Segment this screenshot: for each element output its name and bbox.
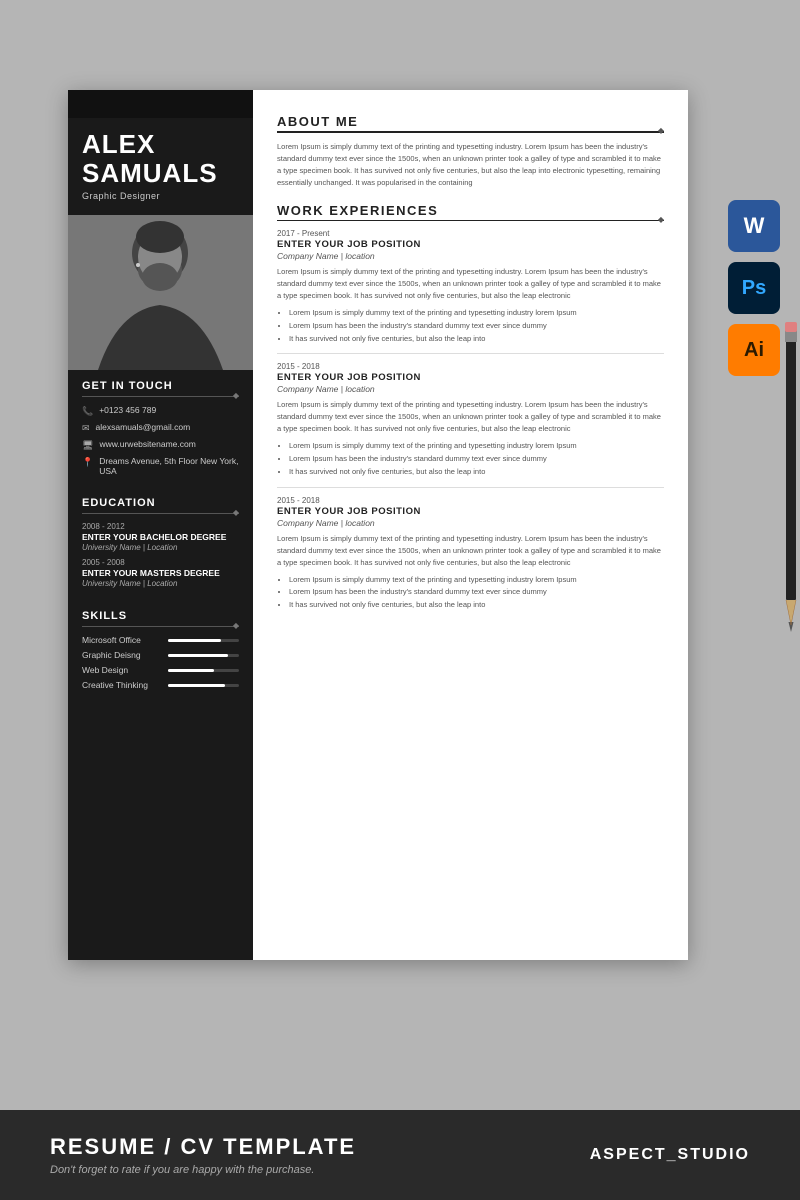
job-bullet: Lorem Ipsum has been the industry's stan… bbox=[289, 586, 664, 599]
education-title: EDUCATION bbox=[82, 497, 239, 509]
job-year: 2017 - Present bbox=[277, 229, 664, 238]
skill-bar-bg bbox=[168, 654, 239, 657]
footer-title: RESUME / CV TEMPLATE bbox=[50, 1134, 356, 1160]
job-desc: Lorem Ipsum is simply dummy text of the … bbox=[277, 399, 664, 435]
job-year: 2015 - 2018 bbox=[277, 496, 664, 505]
job-title-text: ENTER YOUR JOB POSITION bbox=[277, 506, 664, 517]
job-company: Company Name | location bbox=[277, 518, 664, 528]
skills-divider bbox=[82, 626, 239, 627]
job-title-text: ENTER YOUR JOB POSITION bbox=[277, 239, 664, 250]
contact-website: 🖥 www.urwebsitename.com bbox=[82, 439, 239, 451]
education-divider bbox=[82, 513, 239, 514]
job-bullets-list: Lorem Ipsum is simply dummy text of the … bbox=[277, 574, 664, 612]
software-icons: W Ps Ai bbox=[728, 200, 780, 376]
work-divider bbox=[277, 220, 664, 222]
job-item: 2017 - Present ENTER YOUR JOB POSITION C… bbox=[277, 229, 664, 354]
skill-bar-fill bbox=[168, 639, 221, 642]
work-item-divider bbox=[277, 353, 664, 354]
job-desc: Lorem Ipsum is simply dummy text of the … bbox=[277, 533, 664, 569]
phone-icon: 📞 bbox=[82, 406, 93, 417]
skill-bar-fill bbox=[168, 669, 214, 672]
email-icon: ✉ bbox=[82, 423, 90, 434]
skill-bar-bg bbox=[168, 639, 239, 642]
job-bullet: Lorem Ipsum has been the industry's stan… bbox=[289, 453, 664, 466]
skills-title: SKILLS bbox=[82, 610, 239, 622]
education-section: EDUCATION 2008 - 2012 ENTER YOUR BACHELO… bbox=[68, 487, 253, 600]
skill-label: Creative Thinking bbox=[82, 680, 162, 690]
job-desc: Lorem Ipsum is simply dummy text of the … bbox=[277, 266, 664, 302]
location-icon: 📍 bbox=[82, 457, 93, 468]
pencil-decoration bbox=[782, 320, 800, 640]
contact-phone: 📞 +0123 456 789 bbox=[82, 405, 239, 417]
edu-item-1: 2008 - 2012 ENTER YOUR BACHELOR DEGREE U… bbox=[82, 522, 239, 552]
job-item: 2015 - 2018 ENTER YOUR JOB POSITION Comp… bbox=[277, 362, 664, 487]
job-title: Graphic Designer bbox=[82, 191, 239, 201]
job-company: Company Name | location bbox=[277, 251, 664, 261]
skill-row: Microsoft Office bbox=[82, 635, 239, 645]
job-bullet: It has survived not only five centuries,… bbox=[289, 599, 664, 612]
skill-row: Graphic Deisng bbox=[82, 650, 239, 660]
skill-label: Microsoft Office bbox=[82, 635, 162, 645]
footer-left: RESUME / CV TEMPLATE Don't forget to rat… bbox=[50, 1134, 356, 1176]
word-icon: W bbox=[728, 200, 780, 252]
job-bullet: Lorem Ipsum is simply dummy text of the … bbox=[289, 440, 664, 453]
job-bullet: Lorem Ipsum is simply dummy text of the … bbox=[289, 307, 664, 320]
sidebar-name-area: ALEX SAMUALS Graphic Designer bbox=[68, 118, 253, 209]
contact-divider bbox=[82, 396, 239, 397]
job-bullet: Lorem Ipsum is simply dummy text of the … bbox=[289, 574, 664, 587]
about-divider bbox=[277, 131, 664, 133]
footer-subtitle: Don't forget to rate if you are happy wi… bbox=[50, 1164, 356, 1176]
skill-bar-fill bbox=[168, 684, 225, 687]
about-section: ABOUT ME Lorem Ipsum is simply dummy tex… bbox=[277, 114, 664, 189]
sidebar: ALEX SAMUALS Graphic Designer bbox=[68, 90, 253, 960]
illustrator-icon: Ai bbox=[728, 324, 780, 376]
about-title: ABOUT ME bbox=[277, 114, 664, 129]
skill-bar-bg bbox=[168, 684, 239, 687]
skill-label: Graphic Deisng bbox=[82, 650, 162, 660]
main-content: ABOUT ME Lorem Ipsum is simply dummy tex… bbox=[253, 90, 688, 960]
first-name: ALEX bbox=[82, 130, 239, 159]
skills-section: SKILLS Microsoft Office Graphic Deisng W… bbox=[68, 600, 253, 701]
job-bullets-list: Lorem Ipsum is simply dummy text of the … bbox=[277, 307, 664, 345]
about-text: Lorem Ipsum is simply dummy text of the … bbox=[277, 141, 664, 189]
contact-email: ✉ alexsamuals@gmail.com bbox=[82, 422, 239, 434]
resume-card: ALEX SAMUALS Graphic Designer bbox=[68, 90, 688, 960]
skill-label: Web Design bbox=[82, 665, 162, 675]
job-item: 2015 - 2018 ENTER YOUR JOB POSITION Comp… bbox=[277, 496, 664, 612]
bottom-bar: RESUME / CV TEMPLATE Don't forget to rat… bbox=[0, 1110, 800, 1200]
skill-bar-bg bbox=[168, 669, 239, 672]
contact-address: 📍 Dreams Avenue, 5th Floor New York, USA bbox=[82, 456, 239, 476]
job-bullet: Lorem Ipsum has been the industry's stan… bbox=[289, 320, 664, 333]
contact-title: GET IN TOUCH bbox=[82, 380, 239, 392]
skill-bar-fill bbox=[168, 654, 228, 657]
last-name: SAMUALS bbox=[82, 159, 239, 188]
work-item-divider bbox=[277, 487, 664, 488]
contact-section: GET IN TOUCH 📞 +0123 456 789 ✉ alexsamua… bbox=[68, 370, 253, 487]
web-icon: 🖥 bbox=[82, 440, 93, 451]
job-bullet: It has survived not only five centuries,… bbox=[289, 333, 664, 346]
skill-row: Web Design bbox=[82, 665, 239, 675]
job-bullet: It has survived not only five centuries,… bbox=[289, 466, 664, 479]
footer-brand: ASPECT_STUDIO bbox=[590, 1146, 750, 1164]
job-year: 2015 - 2018 bbox=[277, 362, 664, 371]
work-section: WORK EXPERIENCES 2017 - Present ENTER YO… bbox=[277, 203, 664, 612]
sidebar-top-bar bbox=[68, 90, 253, 118]
work-title: WORK EXPERIENCES bbox=[277, 203, 664, 218]
job-title-text: ENTER YOUR JOB POSITION bbox=[277, 372, 664, 383]
edu-item-2: 2005 - 2008 ENTER YOUR MASTERS DEGREE Un… bbox=[82, 558, 239, 588]
job-bullets-list: Lorem Ipsum is simply dummy text of the … bbox=[277, 440, 664, 478]
job-company: Company Name | location bbox=[277, 384, 664, 394]
profile-photo bbox=[68, 215, 253, 370]
photoshop-icon: Ps bbox=[728, 262, 780, 314]
skill-row: Creative Thinking bbox=[82, 680, 239, 690]
